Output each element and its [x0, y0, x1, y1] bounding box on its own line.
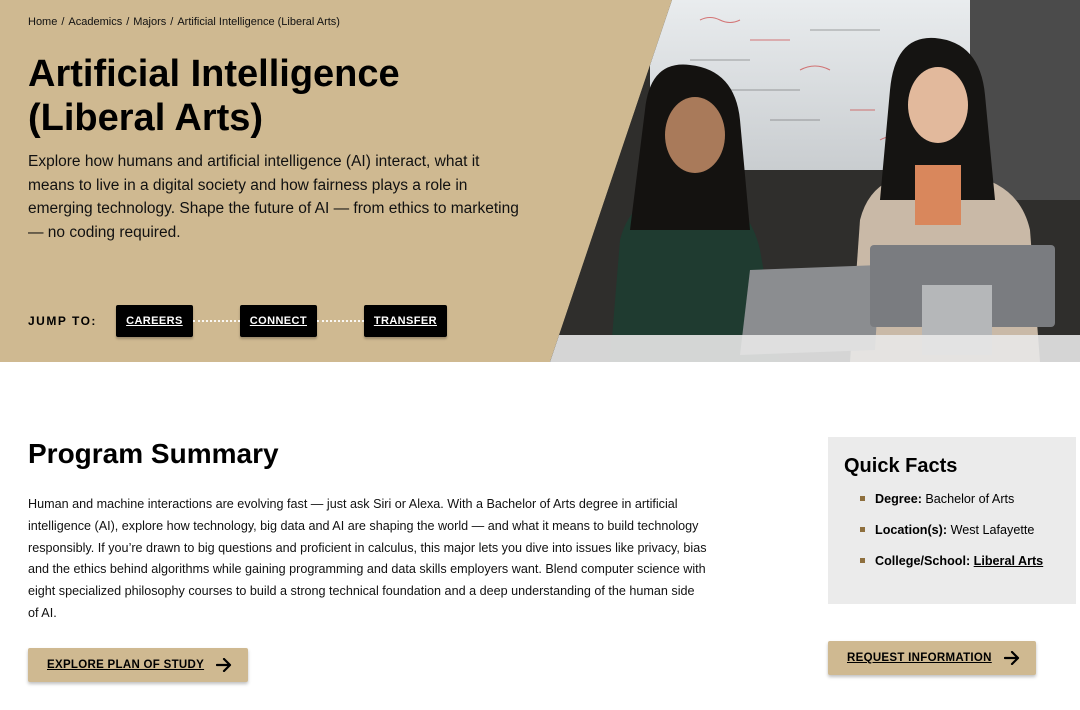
- breadcrumb-majors[interactable]: Majors: [133, 16, 166, 28]
- request-information-label: REQUEST INFORMATION: [847, 652, 992, 664]
- college-link[interactable]: Liberal Arts: [974, 554, 1044, 568]
- jump-to-label: JUMP TO:: [28, 314, 97, 328]
- quick-facts-panel: Quick Facts Degree: Bachelor of Arts Loc…: [828, 437, 1076, 604]
- explore-plan-of-study-button[interactable]: EXPLORE PLAN OF STUDY: [28, 648, 249, 682]
- jump-transfer-button[interactable]: TRANSFER: [363, 305, 447, 337]
- square-bullet-icon: [860, 558, 865, 563]
- quick-fact-location: Location(s): West Lafayette: [844, 523, 1060, 537]
- hero-section: Home / Academics / Majors / Artificial I…: [0, 0, 1080, 362]
- jump-connect-button[interactable]: CONNECT: [239, 305, 317, 337]
- program-summary-text: Human and machine interactions are evolv…: [28, 497, 707, 620]
- location-value: West Lafayette: [950, 523, 1035, 537]
- quick-fact-college: College/School: Liberal Arts: [844, 554, 1060, 568]
- program-summary-title: Program Summary: [28, 438, 279, 469]
- breadcrumb-academics[interactable]: Academics: [68, 16, 122, 28]
- request-information-button[interactable]: REQUEST INFORMATION: [828, 641, 1036, 675]
- breadcrumb-separator: /: [61, 16, 65, 28]
- page-title: Artificial Intelligence (Liberal Arts): [28, 52, 448, 140]
- square-bullet-icon: [860, 496, 865, 501]
- square-bullet-icon: [860, 527, 865, 532]
- degree-label: Degree:: [875, 492, 922, 506]
- college-label: College/School:: [875, 554, 971, 568]
- jump-to-nav: JUMP TO: CAREERS CONNECT TRANSFER: [28, 305, 447, 337]
- explore-plan-label: EXPLORE PLAN OF STUDY: [47, 659, 205, 671]
- hero-description: Explore how humans and artificial intell…: [28, 153, 519, 241]
- breadcrumb-separator: /: [170, 16, 174, 28]
- quick-fact-degree: Degree: Bachelor of Arts: [844, 492, 1060, 506]
- breadcrumb: Home / Academics / Majors / Artificial I…: [28, 16, 340, 28]
- breadcrumb-home[interactable]: Home: [28, 16, 57, 28]
- dotted-connector: [192, 320, 240, 322]
- page-title-line1: Artificial Intelligence: [28, 53, 400, 95]
- location-label: Location(s):: [875, 523, 948, 537]
- jump-careers-button[interactable]: CAREERS: [115, 305, 193, 337]
- dotted-connector: [316, 320, 364, 322]
- quick-facts-list: Degree: Bachelor of Arts Location(s): We…: [844, 492, 1060, 568]
- degree-value: Bachelor of Arts: [925, 492, 1015, 506]
- arrow-right-icon: [1003, 651, 1019, 665]
- students-with-tablets-image: [550, 0, 1080, 362]
- quick-facts-title: Quick Facts: [844, 455, 958, 477]
- arrow-right-icon: [216, 658, 232, 672]
- breadcrumb-current: Artificial Intelligence (Liberal Arts): [177, 16, 340, 28]
- page-title-line2: (Liberal Arts): [28, 97, 264, 139]
- breadcrumb-separator: /: [126, 16, 130, 28]
- hero-photo: [550, 0, 1080, 362]
